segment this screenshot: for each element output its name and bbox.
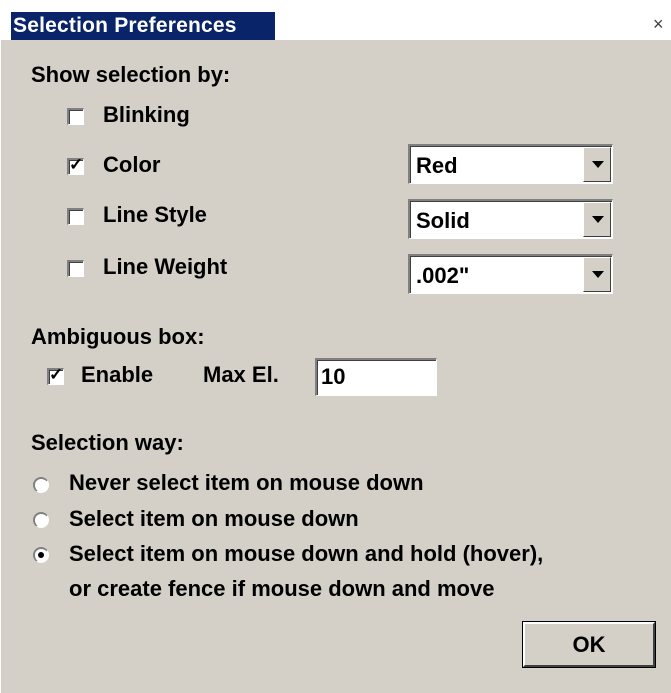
ok-button-label: OK — [572, 632, 606, 657]
color-dropdown[interactable]: Red — [408, 144, 613, 184]
color-dropdown-value: Red — [416, 153, 458, 178]
title-bar[interactable]: Selection Preferences × — [1, 0, 671, 40]
line-weight-label: Line Weight — [103, 254, 228, 279]
color-label: Color — [103, 152, 161, 177]
line-style-label: Line Style — [103, 202, 207, 227]
dialog-body: Show selection by: Blinking ✓ Color Red … — [11, 40, 671, 693]
enable-label: Enable — [81, 362, 154, 387]
line-weight-checkbox[interactable] — [67, 260, 84, 277]
close-icon[interactable]: × — [653, 14, 664, 34]
select-hold-label: Select item on mouse down and hold (hove… — [69, 541, 544, 566]
chevron-down-icon — [592, 216, 604, 223]
line-weight-dropdown[interactable]: .002" — [408, 254, 613, 294]
max-el-value: 10 — [321, 364, 346, 389]
chevron-down-icon — [592, 271, 604, 278]
select-hold-radio[interactable] — [33, 547, 49, 563]
check-icon: ✓ — [49, 365, 64, 384]
select-on-down-radio[interactable] — [33, 512, 49, 528]
ok-button[interactable]: OK — [522, 621, 656, 668]
dialog-title: Selection Preferences — [13, 14, 237, 37]
never-select-label: Never select item on mouse down — [69, 470, 424, 495]
line-weight-dropdown-value: .002" — [416, 263, 470, 288]
enable-checkbox[interactable]: ✓ — [47, 365, 64, 385]
select-on-down-label: Select item on mouse down — [69, 506, 359, 531]
line-style-dropdown-value: Solid — [416, 208, 470, 233]
blinking-checkbox[interactable] — [67, 108, 84, 125]
show-selection-heading: Show selection by: — [31, 62, 231, 87]
selection-preferences-dialog: Selection Preferences × Show selection b… — [0, 0, 671, 693]
check-icon: ✓ — [69, 155, 84, 174]
chevron-down-icon — [592, 161, 604, 168]
never-select-radio[interactable] — [33, 477, 49, 493]
color-dropdown-button[interactable] — [583, 147, 611, 182]
select-hold-label-line2: or create fence if mouse down and move — [69, 576, 495, 601]
blinking-label: Blinking — [103, 102, 190, 127]
max-el-input[interactable]: 10 — [315, 358, 437, 396]
line-style-dropdown[interactable]: Solid — [408, 199, 613, 239]
line-style-checkbox[interactable] — [67, 208, 84, 225]
color-checkbox[interactable]: ✓ — [67, 155, 84, 175]
radio-selected-dot — [38, 552, 44, 558]
selection-way-heading: Selection way: — [31, 430, 184, 455]
ambiguous-box-heading: Ambiguous box: — [31, 324, 205, 349]
max-el-label: Max El. — [203, 362, 279, 387]
line-weight-dropdown-button[interactable] — [583, 257, 611, 292]
line-style-dropdown-button[interactable] — [583, 202, 611, 237]
